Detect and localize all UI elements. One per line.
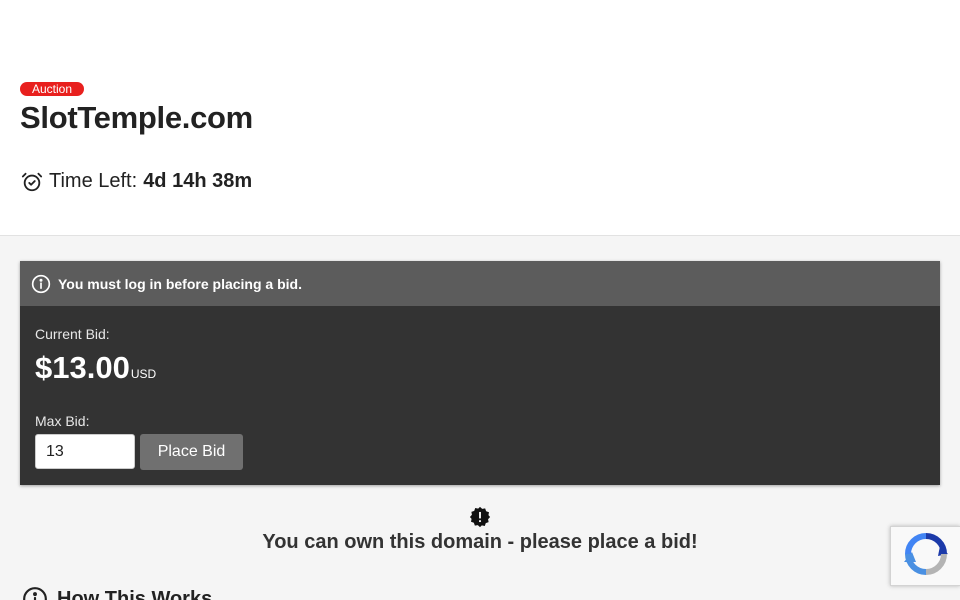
currency-label: USD xyxy=(130,367,157,381)
how-it-works-text: How This Works xyxy=(57,587,213,600)
bid-panel: You must log in before placing a bid. Cu… xyxy=(20,261,940,485)
login-notice-text: You must log in before placing a bid. xyxy=(58,275,302,292)
alarm-clock-icon xyxy=(21,171,43,193)
own-domain-notice: You can own this domain - please place a… xyxy=(0,506,960,554)
info-circle-icon xyxy=(31,274,51,294)
exclamation-badge-icon xyxy=(469,506,491,528)
recaptcha-badge[interactable] xyxy=(890,526,960,586)
domain-name-title: SlotTemple.com xyxy=(20,100,253,135)
recaptcha-logo-icon xyxy=(904,532,948,581)
current-bid-label: Current Bid: xyxy=(35,326,110,342)
max-bid-input[interactable] xyxy=(35,434,135,469)
login-notice: You must log in before placing a bid. xyxy=(20,261,940,306)
current-bid: $13.00 USD xyxy=(35,350,156,386)
time-left-value: 4d 14h 38m xyxy=(143,170,253,192)
listing-header: Auction SlotTemple.com Time Left: 4d 14h… xyxy=(0,0,960,236)
place-bid-button[interactable]: Place Bid xyxy=(140,434,243,470)
how-it-works-heading: How This Works xyxy=(22,586,212,600)
max-bid-label: Max Bid: xyxy=(35,413,90,429)
info-circle-icon xyxy=(22,586,48,600)
current-bid-amount: $13.00 xyxy=(35,350,130,385)
own-domain-text: You can own this domain - please place a… xyxy=(262,531,698,553)
auction-page: Auction SlotTemple.com Time Left: 4d 14h… xyxy=(0,0,960,600)
time-left-label: Time Left: xyxy=(49,170,138,192)
auction-badge: Auction xyxy=(20,82,85,96)
time-left: Time Left: 4d 14h 38m xyxy=(21,170,252,193)
